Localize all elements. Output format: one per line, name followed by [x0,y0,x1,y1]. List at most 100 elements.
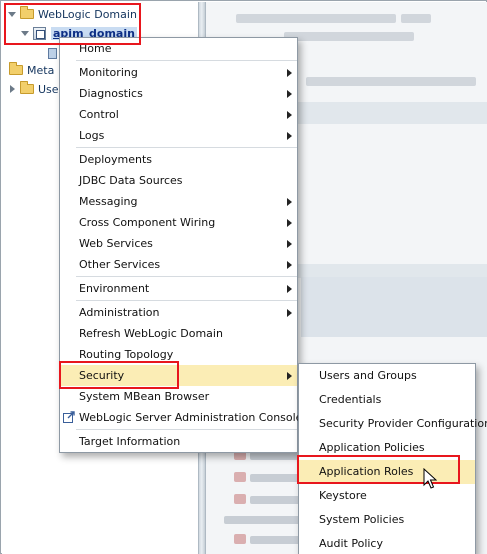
menu-item-label: Home [79,42,112,55]
menu-item-label: Cross Component Wiring [79,216,216,229]
submenu-arrow-icon [287,90,292,98]
menu-item-logs[interactable]: Logs [60,125,297,146]
submenu-item-application-policies[interactable]: Application Policies [299,436,475,460]
submenu-arrow-icon [287,240,292,248]
menu-item-jdbc-data-sources[interactable]: JDBC Data Sources [60,170,297,191]
blurred-heading [224,516,304,524]
submenu-item-label: Application Roles [319,465,414,478]
submenu-arrow-icon [287,261,292,269]
submenu-arrow-icon [287,69,292,77]
submenu-arrow-icon [287,198,292,206]
folder-icon [9,62,23,75]
submenu-item-audit-policy[interactable]: Audit Policy [299,532,475,554]
submenu-item-credentials[interactable]: Credentials [299,388,475,412]
blurred-link [250,452,300,460]
menu-separator [76,60,297,61]
tree-node-user[interactable]: User [7,80,63,98]
menu-item-monitoring[interactable]: Monitoring [60,62,297,83]
submenu-arrow-icon [287,132,292,140]
submenu-item-label: Users and Groups [319,369,417,382]
menu-item-web-services[interactable]: Web Services [60,233,297,254]
blurred-icon [234,472,246,482]
submenu-item-label: Security Provider Configuration [319,417,487,430]
tree-node-metadata[interactable]: Meta [9,61,54,79]
menu-item-deployments[interactable]: Deployments [60,149,297,170]
tree-node-label: Meta [27,63,55,77]
mouse-cursor-icon [423,468,437,489]
collapse-icon[interactable] [20,28,30,38]
expand-icon[interactable] [7,84,17,94]
blurred-link [250,536,300,544]
submenu-item-label: Audit Policy [319,537,383,550]
blurred-link [250,474,300,482]
blurred-icon [234,494,246,504]
blurred-panel [301,277,487,337]
menu-item-label: Security [79,369,125,382]
submenu-item-label: Application Policies [319,441,425,454]
submenu-item-keystore[interactable]: Keystore [299,484,475,508]
menu-item-label: Administration [79,306,160,319]
menu-item-label: Diagnostics [79,87,143,100]
menu-item-control[interactable]: Control [60,104,297,125]
blurred-link [250,496,300,504]
menu-item-label: JDBC Data Sources [79,174,183,187]
menu-item-label: Logs [79,129,105,142]
submenu-arrow-icon [287,309,292,317]
menu-item-label: Deployments [79,153,153,166]
tree-node-label: WebLogic Domain [38,7,137,21]
menu-item-home[interactable]: Home [60,38,297,59]
menu-item-label: Environment [79,282,150,295]
menu-item-administration[interactable]: Administration [60,302,297,323]
tree-node-server[interactable] [48,44,57,62]
menu-item-label: System MBean Browser [79,390,210,403]
blurred-text [401,14,431,23]
submenu-arrow-icon [287,111,292,119]
submenu-item-label: Credentials [319,393,382,406]
security-submenu: Users and Groups Credentials Security Pr… [298,363,487,554]
blurred-icon [234,534,246,544]
menu-item-refresh-weblogic-domain[interactable]: Refresh WebLogic Domain [60,323,297,344]
blurred-text [236,14,396,23]
submenu-item-system-policies[interactable]: System Policies [299,508,475,532]
menu-item-messaging[interactable]: Messaging [60,191,297,212]
menu-item-label: Other Services [79,258,161,271]
submenu-arrow-icon [287,372,292,380]
domain-context-menu: Home Monitoring Diagnostics Control Logs… [59,37,302,453]
submenu-arrow-icon [287,219,292,227]
menu-item-label: Routing Topology [79,348,174,361]
submenu-item-users-and-groups[interactable]: Users and Groups [299,364,475,388]
menu-separator [76,429,297,430]
external-link-icon [63,411,75,423]
menu-item-other-services[interactable]: Other Services [60,254,297,275]
menu-item-label: WebLogic Server Administration Console [79,411,303,424]
submenu-item-application-roles[interactable]: Application Roles [299,460,475,484]
menu-item-label: Messaging [79,195,138,208]
tree-node-weblogic-domain[interactable]: WebLogic Domain [7,5,137,23]
menu-item-label: Refresh WebLogic Domain [79,327,223,340]
menu-item-label: Target Information [79,435,181,448]
submenu-item-security-provider-configuration[interactable]: Security Provider Configuration [299,412,487,436]
menu-item-diagnostics[interactable]: Diagnostics [60,83,297,104]
blurred-text [284,32,414,41]
submenu-item-label: System Policies [319,513,405,526]
menu-item-system-mbean-browser[interactable]: System MBean Browser [60,386,297,407]
menu-item-cross-component-wiring[interactable]: Cross Component Wiring [60,212,297,233]
menu-item-target-information[interactable]: Target Information [60,431,297,452]
menu-item-label: Control [79,108,119,121]
menu-separator [76,147,297,148]
menu-separator [76,276,297,277]
menu-item-label: Web Services [79,237,153,250]
submenu-arrow-icon [287,285,292,293]
menu-item-environment[interactable]: Environment [60,278,297,299]
menu-item-weblogic-admin-console[interactable]: WebLogic Server Administration Console [60,407,302,428]
blurred-text [306,77,476,86]
menu-item-security[interactable]: Security [60,365,297,386]
server-icon [48,47,57,59]
menu-item-label: Monitoring [79,66,138,79]
collapse-icon[interactable] [7,9,17,19]
menu-item-routing-topology[interactable]: Routing Topology [60,344,297,365]
menu-separator [76,300,297,301]
folder-icon [20,81,34,94]
submenu-item-label: Keystore [319,489,367,502]
app-window: WebLogic Domain apim_domain Meta User Ho… [0,0,487,554]
